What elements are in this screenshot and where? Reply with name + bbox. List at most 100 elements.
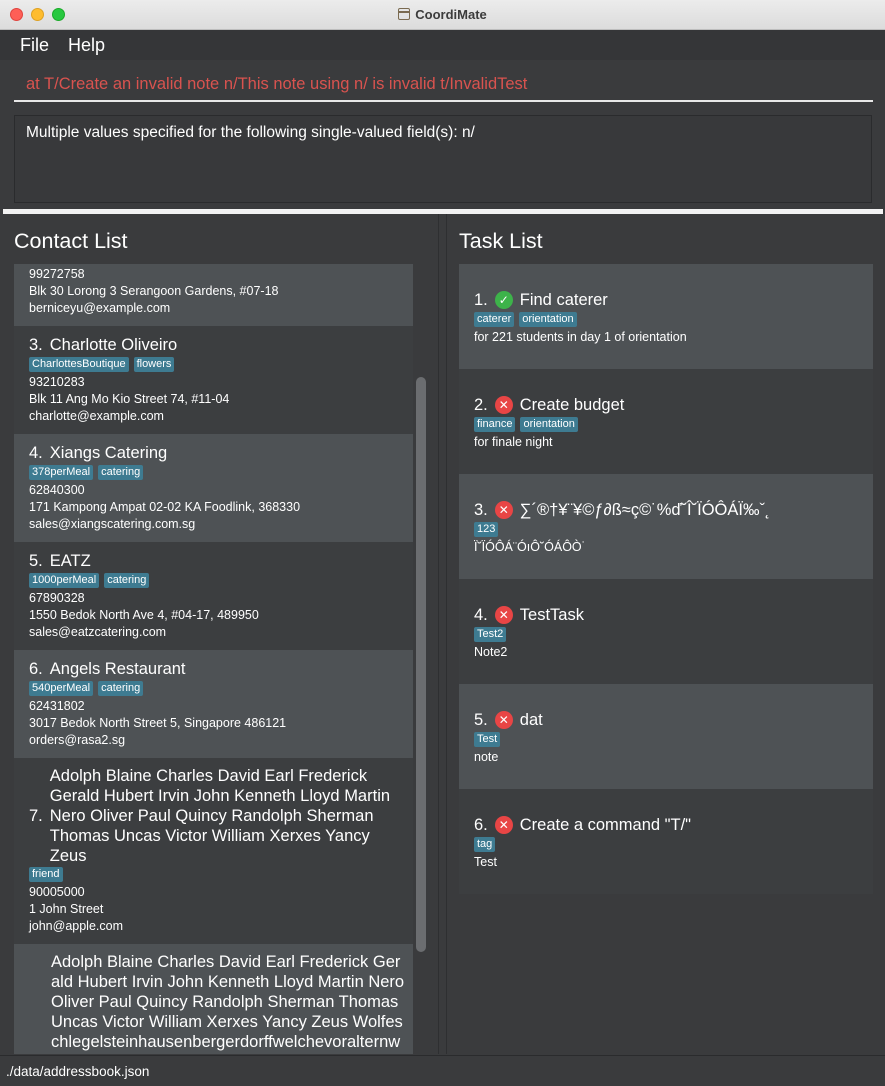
tag-badge: 123 (474, 522, 499, 537)
contact-name-row: 6. Angels Restaurant (29, 658, 398, 680)
contact-phone: 90005000 (29, 885, 85, 899)
task-name-row: 1. ✓ Find caterer (474, 289, 858, 311)
contact-card[interactable]: 99272758 Blk 30 Lorong 3 Serangoon Garden… (14, 264, 413, 326)
task-card[interactable]: 4. ✕ TestTask Test2 Note2 (459, 579, 873, 684)
cross-circle-icon: ✕ (494, 501, 513, 519)
command-area: at T/Create an invalid note n/This note … (0, 60, 885, 210)
contact-name: Adolph Blaine Charles David Earl Frederi… (49, 767, 391, 865)
tag-badge: Test (474, 732, 501, 747)
menu-file[interactable]: File (20, 35, 49, 56)
cross-circle-icon: ✕ (494, 816, 513, 834)
contact-card[interactable]: 6. Angels Restaurant 540perMeal catering 624… (14, 650, 413, 758)
tag-badge: finance (474, 417, 516, 432)
calendar-icon (398, 8, 411, 20)
contact-phone: 93210283 (29, 375, 85, 389)
storage-path: ./data/addressbook.json (6, 1064, 150, 1079)
contact-tags: 540perMeal catering (29, 681, 398, 696)
contact-address: 1550 Bedok North Ave 4, #04-17, 489950 (29, 608, 259, 622)
contact-name-row: 4. Xiangs Catering (29, 442, 398, 464)
cross-circle-icon: ✕ (494, 711, 513, 729)
contact-card[interactable]: Adolph Blaine Charles David Earl Frederi… (14, 944, 413, 1054)
tag-badge: 378perMeal (29, 465, 94, 480)
task-index: 1. (474, 291, 488, 309)
task-card[interactable]: 2. ✕ Create budget finance orientation for fi… (459, 369, 873, 474)
contact-email: sales@eatzcatering.com (29, 625, 167, 639)
task-name-row: 4. ✕ TestTask (474, 604, 858, 626)
title-bar: CoordiMate (0, 0, 885, 30)
task-name-row: 3. ✕ ∑´®†¥¨¥©ƒ∂ß≈ç©˙%ď˘Î˘ÏÓÔÁÏ‰ˇ˛ (474, 499, 858, 521)
contact-email: berniceyu@example.com (29, 301, 171, 315)
tag-badge: caterer (474, 312, 515, 327)
contact-card[interactable]: 7. Adolph Blaine Charles David Earl Frede… (14, 758, 413, 944)
contact-phone: 99272758 (29, 267, 85, 281)
task-card[interactable]: 5. ✕ dat Test note (459, 684, 873, 789)
tag-badge: catering (104, 573, 150, 588)
contact-email: john@apple.com (29, 919, 123, 933)
task-list[interactable]: 1. ✓ Find caterer caterer orientation for 221… (459, 264, 873, 1054)
task-index: 2. (474, 396, 488, 414)
contact-name-row: 5. EATZ (29, 550, 398, 572)
contact-address: 3017 Bedok North Street 5, Singapore 486… (29, 716, 287, 730)
task-note: Ï˘ÏÓÔÁ¨ÓıÔ˘ÓÁÔÒ˙ (474, 540, 586, 554)
contact-phone: 67890328 (29, 591, 85, 605)
task-panel: Task List 1. ✓ Find caterer caterer orientat… (446, 214, 882, 1054)
task-index: 4. (474, 606, 488, 624)
contact-card[interactable]: 4. Xiangs Catering 378perMeal catering 62840… (14, 434, 413, 542)
contact-tags: CharlottesBoutique flowers (29, 357, 398, 372)
task-tags: Test2 (474, 627, 858, 642)
task-card[interactable]: 1. ✓ Find caterer caterer orientation for 221… (459, 264, 873, 369)
menu-help[interactable]: Help (68, 35, 105, 56)
task-title: Create budget (519, 396, 625, 414)
cross-circle-icon: ✕ (494, 396, 513, 414)
tag-badge: tag (474, 837, 496, 852)
contact-address: 1 John Street (29, 902, 104, 916)
task-note: Test (474, 855, 497, 869)
contact-card[interactable]: 3. Charlotte Oliveiro CharlottesBoutique fl… (14, 326, 413, 434)
contact-index: 6. (29, 660, 43, 678)
contact-name: Charlotte Oliveiro (49, 336, 178, 354)
contact-card[interactable]: 5. EATZ 1000perMeal catering 67890328 1550 Be… (14, 542, 413, 650)
task-index: 5. (474, 711, 488, 729)
contact-list-scroll-thumb[interactable] (416, 377, 426, 952)
task-tags: finance orientation (474, 417, 858, 432)
contact-address: 171 Kampong Ampat 02-02 KA Foodlink, 368… (29, 500, 301, 514)
tag-badge: orientation (519, 312, 577, 327)
tag-badge: flowers (133, 357, 175, 372)
contact-name: Adolph Blaine Charles David Earl Frederi… (51, 953, 405, 1054)
tag-badge: Test2 (474, 627, 507, 642)
contact-phone: 62840300 (29, 483, 85, 497)
contact-tags: 378perMeal catering (29, 465, 398, 480)
task-tags: caterer orientation (474, 312, 858, 327)
task-title: Find caterer (519, 291, 608, 309)
tag-badge: orientation (520, 417, 578, 432)
contact-name: EATZ (49, 552, 91, 570)
task-note: for 221 students in day 1 of orientation (474, 330, 687, 344)
tag-badge: 540perMeal (29, 681, 94, 696)
task-card[interactable]: 6. ✕ Create a command "T/" tag Test (459, 789, 873, 894)
contact-index: 4. (29, 444, 43, 462)
contact-phone: 62431802 (29, 699, 85, 713)
task-title: TestTask (519, 606, 584, 624)
contact-list[interactable]: 99272758 Blk 30 Lorong 3 Serangoon Garden… (14, 264, 413, 1054)
contact-address: Blk 30 Lorong 3 Serangoon Gardens, #07-1… (29, 284, 279, 298)
task-title: ∑´®†¥¨¥©ƒ∂ß≈ç©˙%ď˘Î˘ÏÓÔÁÏ‰ˇ˛ (519, 501, 771, 519)
result-display: Multiple values specified for the follow… (14, 115, 872, 203)
task-tags: 123 (474, 522, 858, 537)
command-input[interactable]: at T/Create an invalid note n/This note … (14, 70, 873, 102)
task-tags: Test (474, 732, 858, 747)
check-circle-icon: ✓ (494, 291, 513, 309)
task-name-row: 6. ✕ Create a command "T/" (474, 814, 858, 836)
contact-list-scrollbar[interactable] (416, 377, 426, 952)
task-name-row: 5. ✕ dat (474, 709, 858, 731)
task-tags: tag (474, 837, 858, 852)
window-title: CoordiMate (0, 7, 885, 22)
status-bar: ./data/addressbook.json (0, 1055, 885, 1086)
cross-circle-icon: ✕ (494, 606, 513, 624)
contact-name: Angels Restaurant (49, 660, 186, 678)
contact-panel: Contact List 99272758 Blk 30 Lorong 3 Ser… (3, 214, 439, 1054)
tag-badge: catering (98, 681, 144, 696)
task-card[interactable]: 3. ✕ ∑´®†¥¨¥©ƒ∂ß≈ç©˙%ď˘Î˘ÏÓÔÁÏ‰ˇ˛ 123 Ï˘ÏÓÔÁ… (459, 474, 873, 579)
tag-badge: friend (29, 867, 63, 882)
task-index: 3. (474, 501, 488, 519)
task-index: 6. (474, 816, 488, 834)
